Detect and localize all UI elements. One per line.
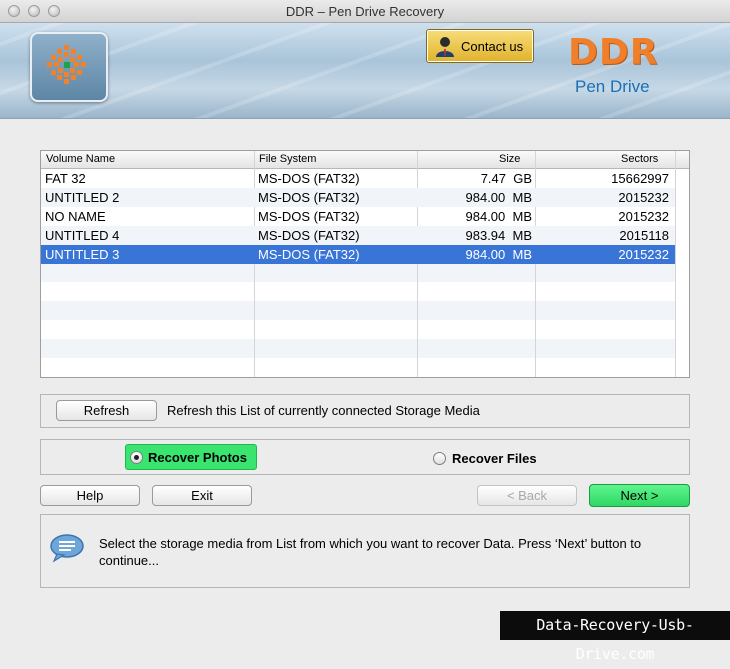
recover-photos-label: Recover Photos bbox=[148, 450, 247, 465]
info-message: Select the storage media from List from … bbox=[99, 536, 642, 568]
cell-file-system: MS-DOS (FAT32) bbox=[258, 247, 360, 262]
cell-file-system: MS-DOS (FAT32) bbox=[258, 209, 360, 224]
cell-volume-name: UNTITLED 4 bbox=[45, 228, 120, 243]
column-header-size[interactable]: Size bbox=[499, 153, 520, 165]
table-row-selected[interactable]: UNTITLED 3 MS-DOS (FAT32) 984.00 MB 2015… bbox=[41, 245, 675, 264]
exit-button[interactable]: Exit bbox=[152, 485, 252, 506]
table-row[interactable]: UNTITLED 4 MS-DOS (FAT32) 983.94 MB 2015… bbox=[41, 226, 675, 245]
cell-size: 984.00 MB bbox=[465, 247, 533, 262]
brand-title: DDR bbox=[568, 32, 659, 73]
cell-sectors: 2015118 bbox=[619, 228, 669, 243]
contact-us-button[interactable]: Contact us bbox=[426, 29, 534, 63]
column-header-sectors[interactable]: Sectors bbox=[621, 153, 658, 165]
brand-subtitle: Pen Drive bbox=[575, 77, 650, 96]
logo-emblem-icon bbox=[47, 45, 86, 84]
refresh-panel: Refresh Refresh this List of currently c… bbox=[40, 394, 690, 428]
column-header-file-system[interactable]: File System bbox=[259, 153, 316, 165]
cell-sectors: 2015232 bbox=[618, 247, 669, 262]
table-row[interactable]: NO NAME MS-DOS (FAT32) 984.00 MB 2015232 bbox=[41, 207, 675, 226]
back-button[interactable]: < Back bbox=[477, 485, 577, 506]
app-logo bbox=[30, 32, 108, 102]
cell-size: 7.47 GB bbox=[480, 171, 532, 186]
cell-size: 984.00 MB bbox=[465, 190, 533, 205]
table-header: Volume Name File System Size Sectors bbox=[41, 151, 689, 169]
cell-file-system: MS-DOS (FAT32) bbox=[258, 228, 360, 243]
cell-volume-name: UNTITLED 2 bbox=[45, 190, 120, 205]
speech-bubble-icon bbox=[50, 534, 84, 563]
column-header-volume-name[interactable]: Volume Name bbox=[46, 153, 115, 165]
cell-volume-name: NO NAME bbox=[45, 209, 106, 224]
watermark: Data-Recovery-Usb-Drive.com bbox=[500, 611, 730, 663]
cell-file-system: MS-DOS (FAT32) bbox=[258, 171, 360, 186]
cell-volume-name: UNTITLED 3 bbox=[45, 247, 120, 262]
cell-size: 984.00 MB bbox=[465, 209, 533, 224]
table-row[interactable]: FAT 32 MS-DOS (FAT32) 7.47 GB 15662997 bbox=[41, 169, 675, 188]
cell-sectors: 2015232 bbox=[618, 190, 669, 205]
recover-photos-option[interactable]: Recover Photos bbox=[125, 444, 257, 470]
title-bar: DDR – Pen Drive Recovery bbox=[0, 0, 730, 23]
recover-files-option[interactable]: Recover Files bbox=[433, 451, 553, 467]
info-panel: Select the storage media from List from … bbox=[40, 514, 690, 588]
window-title: DDR – Pen Drive Recovery bbox=[285, 4, 445, 19]
cell-volume-name: FAT 32 bbox=[45, 171, 86, 186]
person-icon bbox=[436, 37, 454, 57]
recover-photos-radio[interactable] bbox=[130, 451, 143, 464]
header-banner: Contact us DDR Pen Drive bbox=[0, 23, 730, 119]
contact-us-label: Contact us bbox=[461, 38, 524, 54]
next-button[interactable]: Next > bbox=[589, 484, 690, 507]
recovery-mode-panel: Recover Photos Recover Files bbox=[40, 439, 690, 475]
recover-files-radio[interactable] bbox=[433, 452, 446, 465]
table-row[interactable]: UNTITLED 2 MS-DOS (FAT32) 984.00 MB 2015… bbox=[41, 188, 675, 207]
cell-sectors: 15662997 bbox=[611, 171, 669, 186]
refresh-description: Refresh this List of currently connected… bbox=[167, 403, 480, 418]
recover-files-label: Recover Files bbox=[452, 451, 537, 466]
volume-table: Volume Name File System Size Sectors FAT… bbox=[40, 150, 690, 378]
cell-size: 983.94 MB bbox=[465, 228, 533, 243]
refresh-button[interactable]: Refresh bbox=[56, 400, 157, 421]
help-button[interactable]: Help bbox=[40, 485, 140, 506]
cell-sectors: 2015232 bbox=[618, 209, 669, 224]
column-picker[interactable] bbox=[675, 154, 686, 164]
cell-file-system: MS-DOS (FAT32) bbox=[258, 190, 360, 205]
